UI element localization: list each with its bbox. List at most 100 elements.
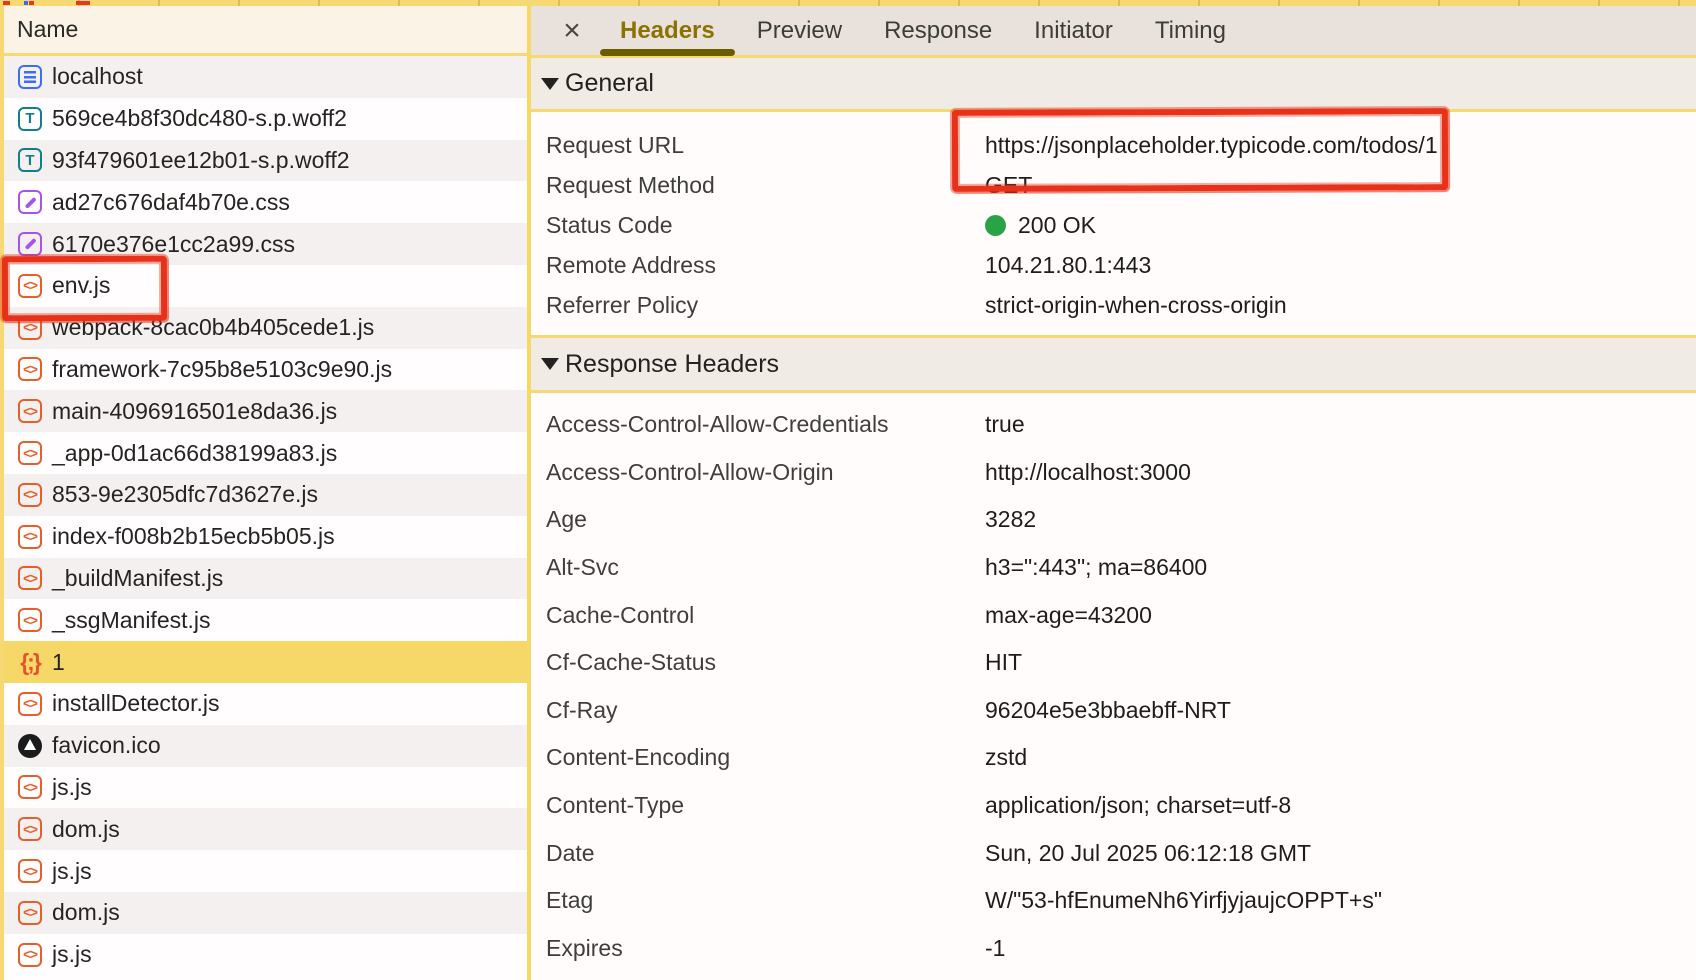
header-name: Cache-Control — [546, 602, 985, 629]
header-row-Request URL: Request URLhttps://jsonplaceholder.typic… — [531, 125, 1696, 165]
request-row-1[interactable]: {;}1 — [4, 641, 527, 683]
header-name: Status Code — [546, 212, 985, 239]
section-title: General — [565, 69, 654, 98]
request-name: _app-0d1ac66d38199a83.js — [52, 440, 337, 467]
tab-preview[interactable]: Preview — [757, 6, 842, 55]
header-name: Content-Encoding — [546, 744, 985, 771]
script-file-icon: <> — [18, 775, 42, 799]
header-name: Referrer Policy — [546, 292, 985, 319]
header-name: Cf-Ray — [546, 697, 985, 724]
script-file-icon: <> — [18, 901, 42, 925]
header-row-Cache-Control: Cache-Controlmax-age=43200 — [531, 591, 1696, 639]
tab-timing[interactable]: Timing — [1155, 6, 1226, 55]
header-name: Content-Type — [546, 792, 985, 819]
header-value: max-age=43200 — [985, 602, 1152, 629]
header-value: Sun, 20 Jul 2025 06:12:18 GMT — [985, 840, 1311, 867]
font-file-icon: T — [18, 148, 42, 172]
script-file-icon: <> — [18, 483, 42, 507]
script-file-icon: <> — [18, 943, 42, 967]
request-name: index-f008b2b15ecb5b05.js — [52, 523, 335, 550]
request-row-dom.js[interactable]: <> dom.js — [4, 892, 527, 934]
header-row-Expires: Expires-1 — [531, 925, 1696, 973]
request-row-_app-0d1ac66d38199a83.js[interactable]: <> _app-0d1ac66d38199a83.js — [4, 432, 527, 474]
script-file-icon: <> — [18, 441, 42, 465]
header-row-Status Code: Status Code200 OK — [531, 205, 1696, 245]
request-detail-panel: × HeadersPreviewResponseInitiatorTiming … — [531, 6, 1696, 980]
script-file-icon: <> — [18, 817, 42, 841]
header-name: Access-Control-Allow-Origin — [546, 459, 985, 486]
header-value: 104.21.80.1:443 — [985, 252, 1151, 279]
section-header-response[interactable]: Response Headers — [531, 338, 1696, 390]
request-name: webpack-8cac0b4b405cede1.js — [52, 314, 374, 341]
script-file-icon: <> — [18, 566, 42, 590]
header-value: strict-origin-when-cross-origin — [985, 292, 1287, 319]
request-name: js.js — [52, 858, 92, 885]
request-name: dom.js — [52, 816, 120, 843]
tab-initiator[interactable]: Initiator — [1034, 6, 1113, 55]
request-row-main-4096916501e8da36.js[interactable]: <>main-4096916501e8da36.js — [4, 390, 527, 432]
request-row-93f479601ee12b01-s.p.woff2[interactable]: T 93f479601ee12b01-s.p.woff2 — [4, 140, 527, 182]
section-title: Response Headers — [565, 350, 779, 379]
header-value: 200 OK — [985, 212, 1096, 239]
request-row-index-f008b2b15ecb5b05.js[interactable]: <> index-f008b2b15ecb5b05.js — [4, 516, 527, 558]
header-value: 3282 — [985, 506, 1036, 533]
request-row-dom.js[interactable]: <> dom.js — [4, 808, 527, 850]
request-name: favicon.ico — [52, 732, 161, 759]
header-name: Access-Control-Allow-Credentials — [546, 411, 985, 438]
section-rows-response: Access-Control-Allow-CredentialstrueAcce… — [531, 393, 1696, 972]
header-value: 96204e5e3bbaebff-NRT — [985, 697, 1231, 724]
stylesheet-icon — [18, 190, 42, 214]
request-row-js.js[interactable]: <> js.js — [4, 850, 527, 892]
request-row-webpack-8cac0b4b405cede1.js[interactable]: <>webpack-8cac0b4b405cede1.js — [4, 307, 527, 349]
request-row-ad27c676daf4b70e.css[interactable]: ad27c676daf4b70e.css — [4, 181, 527, 223]
request-row-569ce4b8f30dc480-s.p.woff2[interactable]: T569ce4b8f30dc480-s.p.woff2 — [4, 98, 527, 140]
header-value: application/json; charset=utf-8 — [985, 792, 1291, 819]
script-file-icon: <> — [18, 608, 42, 632]
request-row-js.js[interactable]: <> js.js — [4, 934, 527, 976]
request-name: 853-9e2305dfc7d3627e.js — [52, 481, 318, 508]
tab-response[interactable]: Response — [884, 6, 992, 55]
stylesheet-icon — [18, 232, 42, 256]
header-row-Referrer Policy: Referrer Policystrict-origin-when-cross-… — [531, 285, 1696, 325]
request-row-_ssgManifest.js[interactable]: <>_ssgManifest.js — [4, 599, 527, 641]
header-value: true — [985, 411, 1025, 438]
name-column-header[interactable]: Name — [4, 6, 527, 53]
request-row-js.js[interactable]: <>js.js — [4, 767, 527, 809]
request-name: main-4096916501e8da36.js — [52, 398, 337, 425]
header-name: Etag — [546, 887, 985, 914]
tab-headers[interactable]: Headers — [620, 6, 715, 55]
request-row-853-9e2305dfc7d3627e.js[interactable]: <> 853-9e2305dfc7d3627e.js — [4, 474, 527, 516]
header-value: W/"53-hfEnumeNh6YirfjyjaujcOPPT+s" — [985, 887, 1382, 914]
request-row-favicon.ico[interactable]: favicon.ico — [4, 725, 527, 767]
header-value: GET — [985, 172, 1032, 199]
document-icon — [18, 65, 42, 89]
header-row-Content-Type: Content-Typeapplication/json; charset=ut… — [531, 782, 1696, 830]
request-row-_buildManifest.js[interactable]: <>_buildManifest.js — [4, 558, 527, 600]
request-row-localhost[interactable]: localhost — [4, 56, 527, 98]
script-file-icon: <> — [18, 859, 42, 883]
request-row-env.js[interactable]: <>env.js — [4, 265, 527, 307]
header-value: -1 — [985, 935, 1005, 962]
header-value: HIT — [985, 649, 1022, 676]
script-file-icon: <> — [18, 525, 42, 549]
request-row-6170e376e1cc2a99.css[interactable]: 6170e376e1cc2a99.css — [4, 223, 527, 265]
header-value: http://localhost:3000 — [985, 459, 1191, 486]
request-name: js.js — [52, 941, 92, 968]
header-row-Cf-Cache-Status: Cf-Cache-StatusHIT — [531, 639, 1696, 687]
header-value: https://jsonplaceholder.typicode.com/tod… — [985, 132, 1438, 159]
section-header-general[interactable]: General — [531, 58, 1696, 109]
request-name: dom.js — [52, 899, 120, 926]
request-row-installDetector.js[interactable]: <>installDetector.js — [4, 683, 527, 725]
header-row-Access-Control-Allow-Credentials: Access-Control-Allow-Credentialstrue — [531, 401, 1696, 449]
request-name: framework-7c95b8e5103c9e90.js — [52, 356, 392, 383]
close-icon[interactable]: × — [557, 16, 587, 46]
header-value: h3=":443"; ma=86400 — [985, 554, 1207, 581]
header-row-Remote Address: Remote Address104.21.80.1:443 — [531, 245, 1696, 285]
request-name: 93f479601ee12b01-s.p.woff2 — [52, 147, 350, 174]
header-row-Age: Age3282 — [531, 496, 1696, 544]
request-name: localhost — [52, 63, 143, 90]
request-row-framework-7c95b8e5103c9e90.js[interactable]: <>framework-7c95b8e5103c9e90.js — [4, 349, 527, 391]
script-file-icon: <> — [18, 692, 42, 716]
name-column-label: Name — [17, 16, 78, 43]
header-row-Date: DateSun, 20 Jul 2025 06:12:18 GMT — [531, 829, 1696, 877]
